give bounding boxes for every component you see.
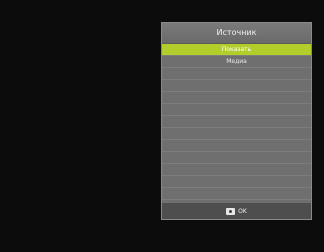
source-empty-row (162, 104, 311, 116)
dialog-footer: OK (162, 203, 311, 219)
tv-screen: Источник Показать Медиа OK (0, 0, 324, 252)
source-empty-row (162, 80, 311, 92)
dialog-title: Источник (162, 23, 311, 44)
source-list: Показать Медиа (162, 44, 311, 204)
source-empty-row (162, 152, 311, 164)
source-empty-row (162, 116, 311, 128)
source-empty-row (162, 176, 311, 188)
source-item[interactable]: Показать (162, 44, 311, 56)
source-empty-row (162, 92, 311, 104)
source-empty-row (162, 140, 311, 152)
source-empty-row (162, 68, 311, 80)
source-empty-row (162, 128, 311, 140)
ok-button-icon (226, 207, 236, 215)
source-empty-row (162, 188, 311, 200)
source-empty-row (162, 164, 311, 176)
ok-label[interactable]: OK (238, 208, 247, 215)
source-item[interactable]: Медиа (162, 56, 311, 68)
source-dialog: Источник Показать Медиа OK (161, 22, 312, 220)
